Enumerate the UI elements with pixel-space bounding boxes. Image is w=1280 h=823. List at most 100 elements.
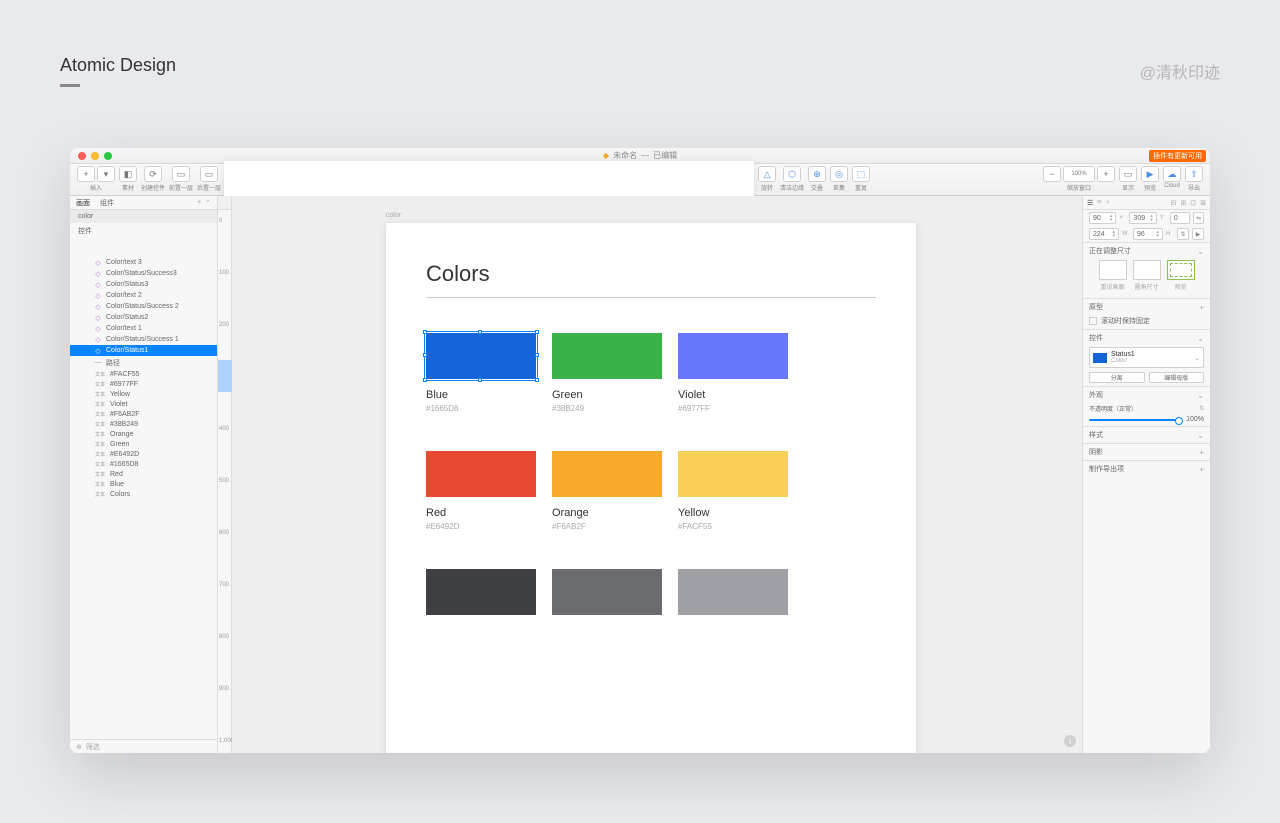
style-header[interactable]: 样式 bbox=[1089, 430, 1103, 440]
layer-row[interactable]: ◇Color/Status3 bbox=[70, 279, 217, 290]
color-swatch-box[interactable] bbox=[552, 569, 662, 615]
layer-row[interactable]: 文本Blue bbox=[70, 479, 217, 489]
artboard-label[interactable]: color bbox=[386, 212, 401, 219]
toolbar-button[interactable]: ☁ bbox=[1163, 166, 1181, 182]
tab-pages[interactable]: 画面 bbox=[76, 198, 90, 208]
color-swatch-box[interactable] bbox=[678, 569, 788, 615]
page-item-color[interactable]: color bbox=[70, 210, 217, 223]
color-swatch-cell[interactable]: Blue#1665D8 bbox=[426, 333, 536, 413]
minimize-button[interactable] bbox=[91, 152, 99, 160]
chevron-down-icon[interactable]: ⌄ bbox=[1194, 354, 1200, 362]
plugin-update-badge[interactable]: 插件有更新可用 bbox=[1149, 150, 1206, 162]
layer-row[interactable]: 文本#6977FF bbox=[70, 379, 217, 389]
selection-handle[interactable] bbox=[478, 330, 482, 334]
color-swatch-box[interactable] bbox=[426, 333, 536, 379]
close-button[interactable] bbox=[78, 152, 86, 160]
controls-header[interactable]: 控件 bbox=[1089, 333, 1103, 343]
toolbar-button[interactable]: + bbox=[77, 166, 95, 182]
color-swatch-cell[interactable]: Red#E6492D bbox=[426, 451, 536, 531]
toolbar-button[interactable]: ⬡ bbox=[783, 166, 801, 182]
color-swatch-box[interactable] bbox=[552, 333, 662, 379]
dist-icon[interactable]: ⊟ bbox=[1171, 199, 1177, 207]
toolbar-button[interactable]: − bbox=[1043, 166, 1061, 182]
rotation-input[interactable]: 0 bbox=[1170, 212, 1190, 224]
selection-handle[interactable] bbox=[478, 378, 482, 382]
prototype-header[interactable]: 原型 bbox=[1089, 302, 1103, 312]
resize-section-header[interactable]: 正在调整尺寸 bbox=[1089, 246, 1131, 256]
flip-v-icon[interactable]: ▶ bbox=[1192, 228, 1204, 240]
toolbar-button[interactable]: ◧ bbox=[119, 166, 137, 182]
filter-icon[interactable]: ⊕ bbox=[76, 743, 82, 751]
lock-aspect-icon[interactable]: ⇅ bbox=[1177, 228, 1189, 240]
symbol-instance-card[interactable]: Status1 Color/ ⌄ bbox=[1089, 347, 1204, 368]
scroll-fix-checkbox[interactable] bbox=[1089, 317, 1097, 325]
toolbar-button[interactable]: ▾ bbox=[97, 166, 115, 182]
color-swatch-cell[interactable]: Violet#6977FF bbox=[678, 333, 788, 413]
appearance-header[interactable]: 外观 bbox=[1089, 390, 1103, 400]
selection-handle[interactable] bbox=[423, 330, 427, 334]
layer-row[interactable]: ◇Color/text 2 bbox=[70, 290, 217, 301]
align-tab-icon[interactable]: ☰ bbox=[1087, 199, 1093, 207]
toolbar-button[interactable]: + bbox=[1097, 166, 1115, 182]
align-icon[interactable]: ⫞ bbox=[1105, 199, 1109, 207]
selection-handle[interactable] bbox=[535, 353, 539, 357]
x-input[interactable]: 90▴▾ bbox=[1089, 212, 1116, 224]
layer-row[interactable]: 文本#1665D8 bbox=[70, 459, 217, 469]
layer-row[interactable]: ◇Color/text 1 bbox=[70, 323, 217, 334]
info-icon[interactable]: i bbox=[1064, 735, 1076, 747]
add-page-icon[interactable]: + bbox=[197, 199, 201, 207]
resize-preview-3[interactable] bbox=[1167, 260, 1195, 280]
color-swatch-cell[interactable]: Orange#F6AB2F bbox=[552, 451, 662, 531]
color-swatch-cell[interactable]: Green#38B249 bbox=[552, 333, 662, 413]
layer-row[interactable]: 文本Green bbox=[70, 439, 217, 449]
selection-handle[interactable] bbox=[535, 378, 539, 382]
page-item-controls[interactable]: 控件 bbox=[70, 223, 217, 239]
layer-row[interactable]: ◇Color/Status1 bbox=[70, 345, 217, 356]
resize-preview-1[interactable] bbox=[1099, 260, 1127, 280]
toolbar-button[interactable]: ⇪ bbox=[1185, 166, 1203, 182]
layer-row[interactable]: 文本Red bbox=[70, 469, 217, 479]
h-input[interactable]: 96▴▾ bbox=[1133, 228, 1163, 240]
export-header[interactable]: 制作导出项 bbox=[1089, 464, 1124, 474]
layer-row[interactable]: 文本#FACF55 bbox=[70, 369, 217, 379]
toolbar-button[interactable]: ⊕ bbox=[808, 166, 826, 182]
layer-row[interactable]: ◇Color/Status2 bbox=[70, 312, 217, 323]
selection-handle[interactable] bbox=[535, 330, 539, 334]
layer-row[interactable]: —路径 bbox=[70, 356, 217, 369]
toolbar-button[interactable]: ▭ bbox=[1119, 166, 1137, 182]
color-swatch-box[interactable] bbox=[552, 451, 662, 497]
layer-row[interactable]: 文本Violet bbox=[70, 399, 217, 409]
edit-master-button[interactable]: 编辑母版 bbox=[1149, 372, 1205, 383]
tab-components[interactable]: 组件 bbox=[100, 198, 114, 208]
toolbar-button[interactable]: 100% bbox=[1063, 166, 1095, 182]
canvas[interactable]: color Colors Blue#1665D8Green#38B249Viol… bbox=[232, 210, 1082, 753]
color-swatch-cell[interactable] bbox=[552, 569, 662, 625]
layer-row[interactable]: 文本Orange bbox=[70, 429, 217, 439]
toolbar-button[interactable]: ⬚ bbox=[852, 166, 870, 182]
detach-button[interactable]: 分离 bbox=[1089, 372, 1145, 383]
dist-icon[interactable]: ⊞ bbox=[1180, 199, 1186, 207]
artboard-canvas[interactable]: Colors Blue#1665D8Green#38B249Violet#697… bbox=[386, 223, 916, 753]
shadow-header[interactable]: 阴影 bbox=[1089, 447, 1103, 457]
toolbar-button[interactable]: ◎ bbox=[830, 166, 848, 182]
color-swatch-box[interactable] bbox=[678, 333, 788, 379]
color-swatch-cell[interactable]: Yellow#FACF55 bbox=[678, 451, 788, 531]
layer-row[interactable]: ◇Color/Status/Success 1 bbox=[70, 334, 217, 345]
layer-row[interactable]: 文本#E6492D bbox=[70, 449, 217, 459]
opacity-slider[interactable] bbox=[1089, 419, 1180, 421]
toolbar-button[interactable]: ▭ bbox=[200, 166, 218, 182]
toolbar-button[interactable]: △ bbox=[758, 166, 776, 182]
opacity-stepper-icon[interactable]: ⇅ bbox=[1199, 405, 1204, 412]
layer-row[interactable]: 文本#F6AB2F bbox=[70, 409, 217, 419]
y-input[interactable]: 309▴▾ bbox=[1129, 212, 1156, 224]
color-swatch-box[interactable] bbox=[426, 569, 536, 615]
color-swatch-cell[interactable] bbox=[426, 569, 536, 625]
layer-row[interactable]: 文本Colors bbox=[70, 489, 217, 499]
color-swatch-cell[interactable] bbox=[678, 569, 788, 625]
collapse-pages-icon[interactable]: ⌃ bbox=[205, 199, 211, 207]
toolbar-button[interactable]: ▶ bbox=[1141, 166, 1159, 182]
layer-row[interactable]: ◇Color/Status/Success3 bbox=[70, 268, 217, 279]
toolbar-button[interactable]: ⟳ bbox=[144, 166, 162, 182]
dist-icon[interactable]: ⊠ bbox=[1200, 199, 1206, 207]
selection-handle[interactable] bbox=[423, 353, 427, 357]
